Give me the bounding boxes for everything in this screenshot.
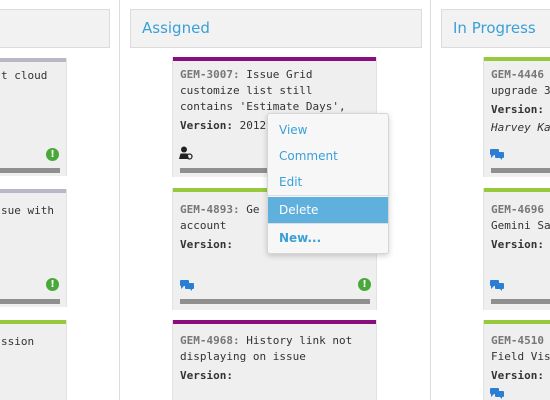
card-progress-bar <box>0 168 60 173</box>
card-progress-bar <box>491 168 550 173</box>
issue-card[interactable]: GEM-4510Field Visibil Version: <box>483 320 550 400</box>
card-version: Version: <box>491 103 544 116</box>
issue-key[interactable]: GEM-4968: <box>180 334 240 347</box>
card-priority-stripe <box>173 57 376 61</box>
warning-icon: ! <box>46 278 59 291</box>
menu-item-edit[interactable]: Edit <box>268 169 388 195</box>
column-header-assigned[interactable]: Assigned <box>130 9 422 48</box>
card-context-menu: View Comment Edit Delete New... <box>267 113 389 254</box>
issue-key[interactable]: GEM-4510 <box>491 334 544 347</box>
chat-icon[interactable] <box>490 149 504 160</box>
card-title: GEM-4446upgrade 3. <box>491 68 550 97</box>
card-version: Version: <box>491 369 544 382</box>
card-priority-stripe <box>173 320 376 324</box>
card-priority-stripe <box>0 189 66 193</box>
card-progress-bar <box>180 299 370 304</box>
issue-card[interactable]: GEM-4968: History link not displaying on… <box>172 320 377 400</box>
card-priority-stripe <box>484 320 550 324</box>
card-priority-stripe <box>484 57 550 61</box>
issue-key[interactable]: GEM-4446 <box>491 68 544 81</box>
menu-item-new[interactable]: New... <box>268 225 388 251</box>
card-title: t cloud <box>1 69 48 82</box>
warning-icon: ! <box>46 148 59 161</box>
issue-card[interactable]: ssion <box>0 320 67 400</box>
issue-card[interactable]: GEM-4696Gemini Sar Version: <box>483 188 550 310</box>
column-divider <box>119 0 120 400</box>
column-header-in-progress[interactable]: In Progress <box>441 9 550 48</box>
card-version: Version: <box>491 238 544 251</box>
warning-icon: ! <box>358 278 371 291</box>
menu-separator <box>268 195 388 196</box>
card-progress-bar <box>491 299 550 304</box>
issue-key[interactable]: GEM-4696 <box>491 203 544 216</box>
menu-item-view[interactable]: View <box>268 117 388 143</box>
card-title: ssion <box>1 335 35 348</box>
menu-separator <box>268 223 388 224</box>
issue-card[interactable]: t cloud ! <box>0 58 67 176</box>
chat-icon[interactable] <box>490 388 504 399</box>
issue-key[interactable]: GEM-3007: <box>180 68 240 81</box>
card-progress-bar <box>0 299 60 304</box>
card-title: GEM-4510Field Visibil <box>491 334 550 363</box>
card-priority-stripe <box>0 58 66 62</box>
issue-key[interactable]: GEM-4893: <box>180 203 240 216</box>
issue-card[interactable]: GEM-4446upgrade 3. Version: Harvey Kand <box>483 57 550 177</box>
card-title: sue with <box>1 204 54 217</box>
card-title: GEM-3007: Issue Grid customize list stil… <box>180 68 346 113</box>
card-title: GEM-4968: History link not displaying on… <box>180 334 353 363</box>
column-header-left <box>0 9 110 48</box>
column-divider <box>430 0 431 400</box>
card-version: Version: <box>180 369 233 382</box>
chat-icon[interactable] <box>180 280 194 291</box>
chat-icon[interactable] <box>490 280 504 291</box>
card-priority-stripe <box>484 188 550 192</box>
card-priority-stripe <box>0 320 66 324</box>
issue-card[interactable]: sue with ! <box>0 189 67 307</box>
card-assignee: Harvey Kand <box>491 121 550 134</box>
menu-item-delete[interactable]: Delete <box>268 197 388 223</box>
card-title: GEM-4696Gemini Sar <box>491 203 550 232</box>
person-icon <box>179 146 193 160</box>
menu-item-comment[interactable]: Comment <box>268 143 388 169</box>
